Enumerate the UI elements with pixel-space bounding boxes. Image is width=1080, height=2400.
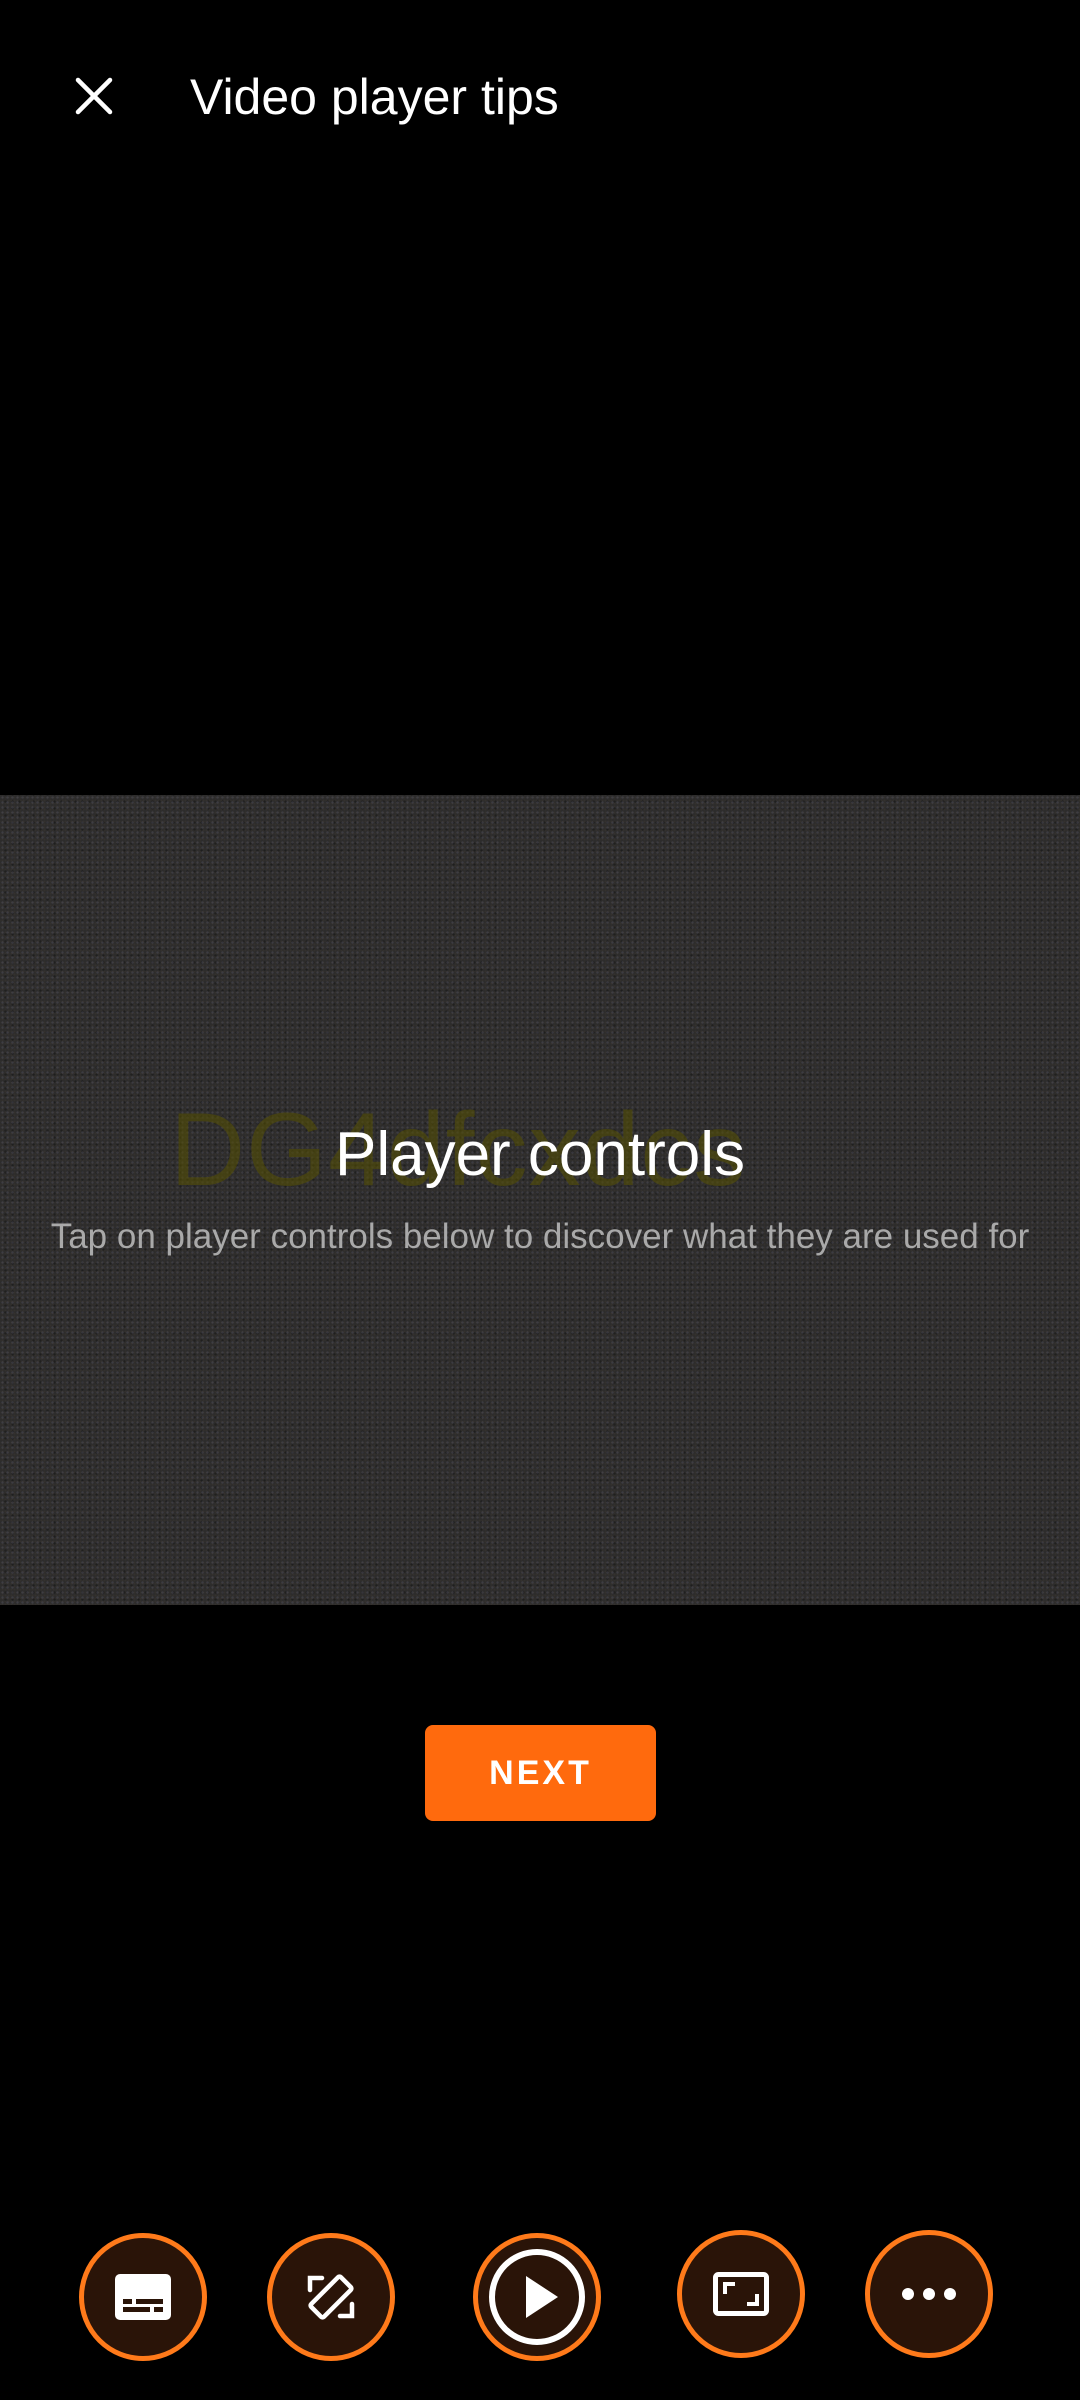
more-options-button[interactable] (865, 2230, 993, 2358)
next-button[interactable]: NEXT (425, 1725, 656, 1821)
play-icon (489, 2249, 585, 2345)
aspect-ratio-button[interactable] (677, 2230, 805, 2358)
page-title: Video player tips (190, 69, 559, 125)
top-bar: Video player tips (0, 0, 1080, 190)
video-preview: DG4dfcxdcs Player controls Tap on player… (0, 795, 1080, 1605)
screen: Video player tips DG4dfcxdcs Player cont… (0, 0, 1080, 2400)
close-icon (75, 77, 113, 115)
screen-rotation-icon (307, 2274, 355, 2320)
preview-subtitle: Tap on player controls below to discover… (50, 1217, 1030, 1256)
preview-title: Player controls (334, 1120, 746, 1189)
aspect-ratio-icon (713, 2272, 769, 2316)
subtitles-icon (115, 2274, 171, 2320)
player-controls (0, 2230, 1080, 2370)
play-button[interactable] (473, 2233, 601, 2361)
more-horizontal-icon (902, 2288, 956, 2300)
close-button[interactable] (54, 56, 134, 136)
subtitles-button[interactable] (79, 2233, 207, 2361)
rotate-screen-button[interactable] (267, 2233, 395, 2361)
